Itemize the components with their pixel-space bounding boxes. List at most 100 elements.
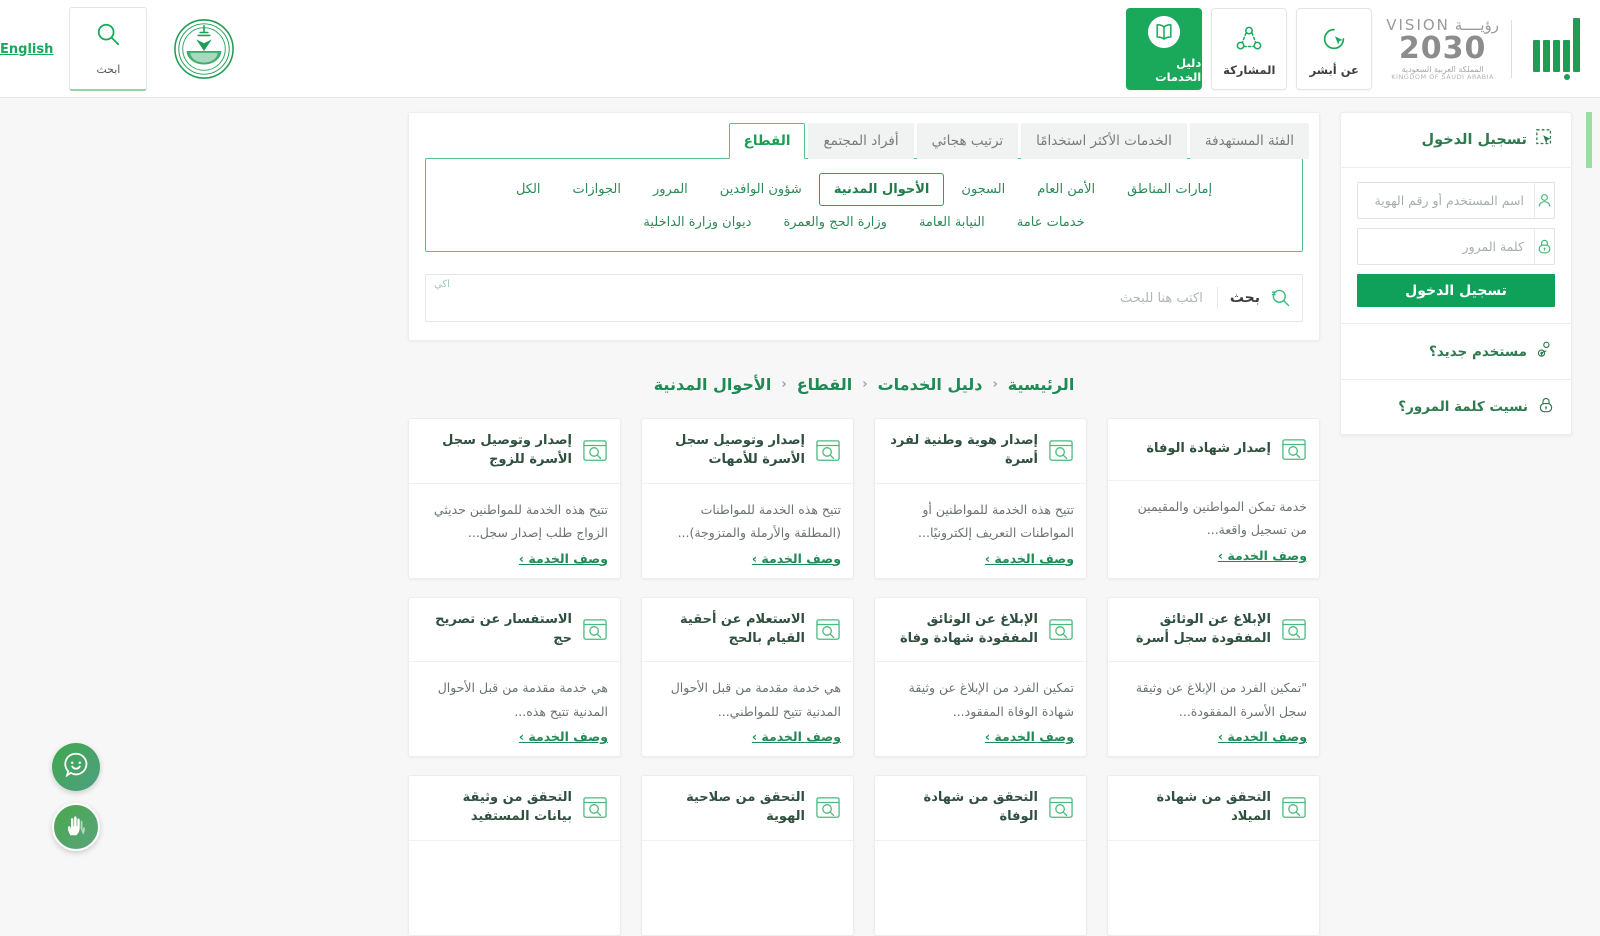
- ministry-of-interior-logo: [173, 18, 235, 80]
- service-card[interactable]: التحقق من وثيقة بيانات المستفيد: [408, 775, 621, 936]
- password-field-wrapper: [1357, 228, 1555, 265]
- service-description-link[interactable]: وصف الخدمة ›: [421, 551, 608, 566]
- service-card[interactable]: التحقق من صلاحية الهوية: [641, 775, 854, 936]
- service-card-description: تتيح هذه الخدمة للمواطنين حديثي الزواج ط…: [421, 498, 608, 544]
- sector-chip-hajj-umrah-ministry[interactable]: وزارة الحج والعمرة: [768, 206, 902, 239]
- smiley-chat-icon: [61, 750, 91, 784]
- service-card[interactable]: التحقق من شهادة الوفاة: [874, 775, 1087, 936]
- lock-icon: [1537, 396, 1555, 418]
- service-card[interactable]: الإبلاغ عن الوثائق المفقودة شهادة وفاة ت…: [874, 597, 1087, 758]
- book-icon: [1147, 15, 1181, 49]
- service-card-body: تتيح هذه الخدمة للمواطنات (المطلقة والأر…: [642, 484, 853, 578]
- service-card[interactable]: الاستعلام عن أحقية القيام بالحج هي خدمة …: [641, 597, 854, 758]
- service-card-title: إصدار وتوصيل سجل الأسرة للأمهات: [654, 432, 805, 470]
- service-description-link[interactable]: وصف الخدمة ›: [1120, 548, 1307, 563]
- breadcrumb-item-services-guide[interactable]: دليل الخدمات: [878, 375, 983, 394]
- service-description-link[interactable]: وصف الخدمة ›: [1120, 729, 1307, 744]
- document-search-icon: [815, 796, 841, 820]
- service-card-description: "تمكين الفرد من الإبلاغ عن وثيقة سجل الأ…: [1120, 676, 1307, 722]
- sector-chip-general-services[interactable]: خدمات عامة: [1002, 206, 1100, 239]
- nav-tile-about-absher[interactable]: عن أبشر: [1296, 8, 1372, 90]
- sector-chip-moi-diwan[interactable]: ديوان وزارة الداخلية: [628, 206, 766, 239]
- document-search-icon: [815, 439, 841, 463]
- nav-tile-services-guide[interactable]: دليل الخدمات: [1126, 8, 1202, 90]
- service-card[interactable]: إصدار هوية وطنية لفرد أسرة تتيح هذه الخد…: [874, 418, 1087, 579]
- service-card[interactable]: التحقق من شهادة الميلاد: [1107, 775, 1320, 936]
- nav-tile-participation[interactable]: المشاركة: [1211, 8, 1287, 90]
- service-card-title: الإبلاغ عن الوثائق المفقودة سجل أسرة: [1120, 611, 1271, 649]
- services-search-input[interactable]: [426, 275, 1217, 321]
- sector-chip-expatriate-affairs[interactable]: شؤون الوافدين: [705, 173, 817, 206]
- service-card[interactable]: الإبلاغ عن الوثائق المفقودة سجل أسرة "تم…: [1107, 597, 1320, 758]
- user-add-icon: [1536, 340, 1555, 363]
- tab-community-members[interactable]: أفراد المجتمع: [808, 123, 913, 159]
- new-user-link[interactable]: مستخدم جديد؟: [1341, 323, 1571, 379]
- service-description-link[interactable]: وصف الخدمة ›: [421, 729, 608, 744]
- category-tabs: الفئة المستهدفة الخدمات الأكثر استخدامًا…: [409, 113, 1319, 159]
- sector-chip-traffic[interactable]: المرور: [638, 173, 703, 206]
- site-header: رؤيــــة VISION 2030 المملكة العربية الس…: [0, 0, 1600, 98]
- service-card-body: "تمكين الفرد من الإبلاغ عن وثيقة سجل الأ…: [1108, 662, 1319, 756]
- sector-chip-public-prosecution[interactable]: النيابة العامة: [904, 206, 1000, 239]
- sector-chips-container: إمارات المناطق الأمن العام السجون الأحوا…: [425, 158, 1303, 252]
- header-search-button[interactable]: ابحث: [69, 7, 147, 91]
- search-icon: [1260, 287, 1302, 309]
- service-card-title: التحقق من وثيقة بيانات المستفيد: [421, 789, 572, 827]
- chat-bot-button[interactable]: [52, 743, 100, 791]
- right-accent-bar: [1586, 112, 1592, 168]
- service-description-link[interactable]: وصف الخدمة ›: [654, 729, 841, 744]
- tab-alphabetical[interactable]: ترتيب هجائي: [917, 123, 1019, 159]
- services-card-grid: إصدار شهادة الوفاة خدمة تمكن المواطنين و…: [408, 418, 1320, 936]
- service-card-body: [875, 841, 1086, 935]
- login-submit-button[interactable]: تسجيل الدخول: [1357, 274, 1555, 307]
- sign-language-button[interactable]: [52, 803, 100, 851]
- breadcrumb-item-home[interactable]: الرئيسية: [1008, 375, 1075, 394]
- service-card[interactable]: إصدار وتوصيل سجل الأسرة للأمهات تتيح هذه…: [641, 418, 854, 579]
- service-card-title: الإبلاغ عن الوثائق المفقودة شهادة وفاة: [887, 611, 1038, 649]
- header-nav-tiles: عن أبشر المشاركة: [1126, 8, 1372, 90]
- login-form: تسجيل الدخول: [1341, 168, 1571, 323]
- language-switch-link[interactable]: English: [0, 42, 53, 57]
- service-description-link[interactable]: وصف الخدمة ›: [654, 551, 841, 566]
- service-card-header: إصدار وتوصيل سجل الأسرة للأمهات: [642, 419, 853, 484]
- service-card-header: إصدار شهادة الوفاة: [1108, 419, 1319, 481]
- service-card-description: [421, 855, 608, 901]
- sector-chip-all[interactable]: الكل: [501, 173, 556, 206]
- nav-tile-label: دليل الخدمات: [1127, 56, 1201, 84]
- service-card[interactable]: إصدار وتوصيل سجل الأسرة للزوج تتيح هذه ا…: [408, 418, 621, 579]
- service-card[interactable]: الاستفسار عن تصريح حج هي خدمة مقدمة من ق…: [408, 597, 621, 758]
- document-search-icon: [1048, 439, 1074, 463]
- service-card-header: الاستعلام عن أحقية القيام بالحج: [642, 598, 853, 663]
- service-card-header: إصدار وتوصيل سجل الأسرة للزوج: [409, 419, 620, 484]
- tab-most-used-services[interactable]: الخدمات الأكثر استخدامًا: [1021, 123, 1187, 159]
- sector-chip-regional-emirates[interactable]: إمارات المناطق: [1112, 173, 1227, 206]
- service-description-link[interactable]: وصف الخدمة ›: [887, 551, 1074, 566]
- document-search-icon: [1281, 618, 1307, 642]
- service-card[interactable]: إصدار شهادة الوفاة خدمة تمكن المواطنين و…: [1107, 418, 1320, 579]
- vision-2030-logo: رؤيــــة VISION 2030 المملكة العربية الس…: [1372, 0, 1600, 98]
- services-search-bar: بحث اكي: [425, 274, 1303, 322]
- document-search-icon: [582, 439, 608, 463]
- service-card-title: الاستفسار عن تصريح حج: [421, 611, 572, 649]
- service-card-description: تتيح هذه الخدمة للمواطنات (المطلقة والأر…: [654, 498, 841, 544]
- sector-chip-passports[interactable]: الجوازات: [558, 173, 636, 206]
- service-description-link[interactable]: وصف الخدمة ›: [887, 729, 1074, 744]
- sector-chip-public-security[interactable]: الأمن العام: [1022, 173, 1110, 206]
- sector-chip-civil-affairs[interactable]: الأحوال المدنية: [819, 173, 945, 206]
- tab-target-group[interactable]: الفئة المستهدفة: [1190, 123, 1309, 159]
- sector-chip-prisons[interactable]: السجون: [946, 173, 1020, 206]
- vision-kingdom-en: KINGDOM OF SAUDI ARABIA: [1386, 74, 1499, 81]
- breadcrumb-item-sector[interactable]: القطاع: [797, 375, 853, 394]
- service-card-header: التحقق من شهادة الوفاة: [875, 776, 1086, 841]
- forgot-password-label: نسيت كلمة المرور؟: [1398, 399, 1528, 415]
- breadcrumb-separator: ‹: [862, 377, 867, 392]
- password-input[interactable]: [1358, 229, 1534, 264]
- breadcrumb-item-civil-affairs: الأحوال المدنية: [654, 375, 772, 394]
- forgot-password-link[interactable]: نسيت كلمة المرور؟: [1341, 379, 1571, 434]
- username-input[interactable]: [1358, 183, 1534, 218]
- search-button-label[interactable]: بحث: [1218, 290, 1260, 306]
- tab-sector[interactable]: القطاع: [729, 123, 806, 159]
- new-user-label: مستخدم جديد؟: [1429, 344, 1527, 360]
- service-card-title: الاستعلام عن أحقية القيام بالحج: [654, 611, 805, 649]
- services-filter-panel: الفئة المستهدفة الخدمات الأكثر استخدامًا…: [408, 112, 1320, 341]
